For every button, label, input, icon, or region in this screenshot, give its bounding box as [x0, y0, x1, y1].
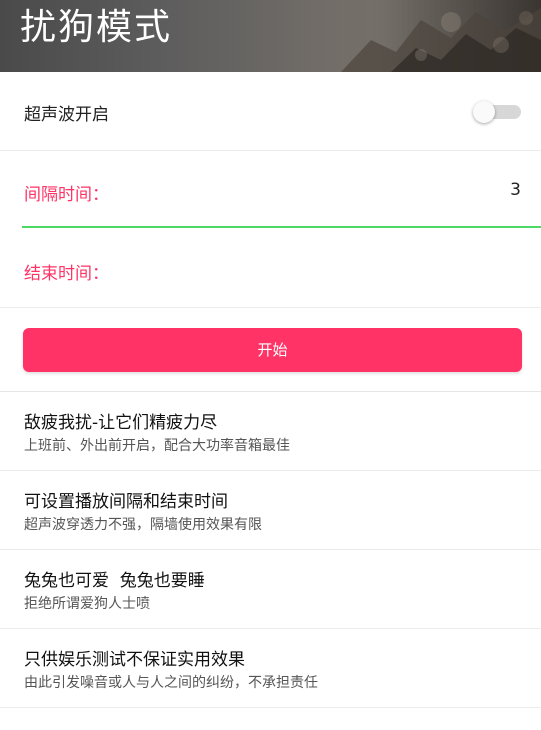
- interval-time-row[interactable]: 间隔时间： 3: [0, 151, 541, 230]
- list-item: 只供娱乐测试不保证实用效果 由此引发噪音或人与人之间的纠纷，不承担责任: [0, 629, 541, 708]
- page-title: 扰狗模式: [20, 7, 173, 48]
- list-item-subtitle: 拒绝所谓爱狗人士喷: [24, 596, 150, 612]
- end-time-label: 结束时间：: [24, 264, 109, 284]
- list-item-subtitle: 由此引发噪音或人与人之间的纠纷，不承担责任: [24, 675, 318, 691]
- list-item: 兔兔也可爱 兔兔也要睡 拒绝所谓爱狗人士喷: [0, 550, 541, 629]
- list-item-subtitle: 上班前、外出前开启，配合大功率音箱最佳: [24, 438, 290, 454]
- ultrasonic-label: 超声波开启: [24, 105, 109, 125]
- ultrasonic-toggle[interactable]: [473, 101, 521, 123]
- list-item-subtitle: 超声波穿透力不强，隔墙使用效果有限: [24, 517, 262, 533]
- list-item-title: 只供娱乐测试不保证实用效果: [24, 650, 245, 670]
- interval-input[interactable]: 3: [510, 180, 521, 200]
- list-item: 敌疲我扰-让它们精疲力尽 上班前、外出前开启，配合大功率音箱最佳: [0, 392, 541, 471]
- start-button[interactable]: 开始: [23, 328, 522, 372]
- app-screen: 扰狗模式 超声波开启 间隔时间： 3 结束时间： 开始 敌疲我扰-让它们精疲力尽…: [0, 0, 541, 730]
- interval-label: 间隔时间：: [24, 185, 109, 205]
- end-time-row[interactable]: 结束时间：: [0, 230, 541, 308]
- list-item-title: 兔兔也可爱 兔兔也要睡: [24, 571, 205, 591]
- interval-input-underline: [22, 226, 541, 228]
- ultrasonic-setting-row: 超声波开启: [0, 72, 541, 151]
- toggle-thumb: [473, 101, 495, 123]
- rock-texture-image: [301, 0, 541, 72]
- list-item: 可设置播放间隔和结束时间 超声波穿透力不强，隔墙使用效果有限: [0, 471, 541, 550]
- header-banner: 扰狗模式: [0, 0, 541, 72]
- list-item-title: 可设置播放间隔和结束时间: [24, 492, 228, 512]
- list-item-title: 敌疲我扰-让它们精疲力尽: [24, 413, 218, 433]
